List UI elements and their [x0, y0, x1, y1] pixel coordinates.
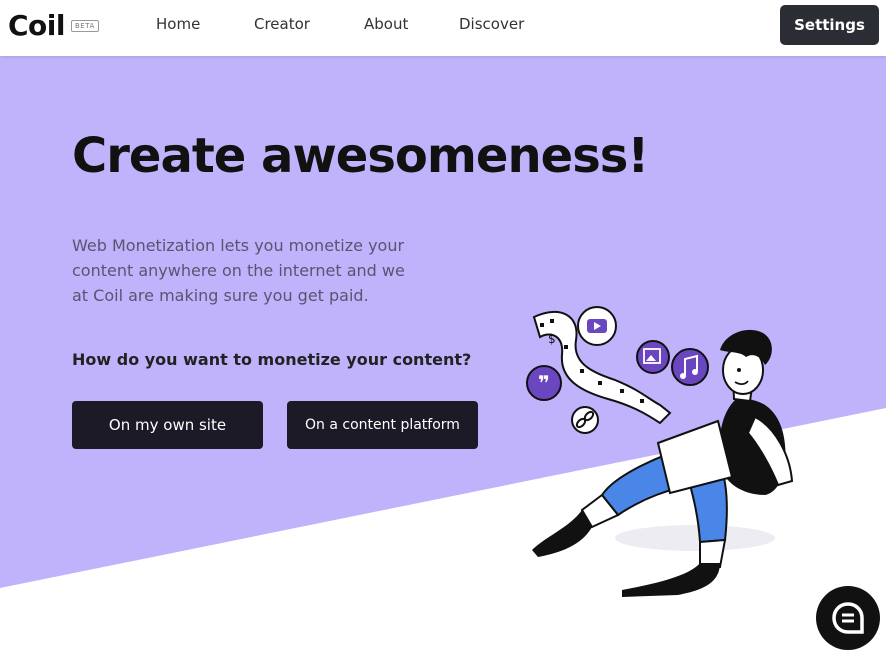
hero-description: Web Monetization lets you monetize your …: [72, 236, 405, 305]
settings-button[interactable]: Settings: [780, 5, 879, 45]
content-platform-button[interactable]: On a content platform: [287, 401, 478, 449]
top-header: Coil BETA Home Creator About Discover Se…: [0, 0, 886, 56]
svg-text:❞: ❞: [538, 371, 550, 395]
chat-button[interactable]: [816, 586, 880, 650]
music-icon: [671, 348, 709, 386]
image-icon: [636, 340, 670, 374]
quote-icon: ❞: [526, 365, 562, 401]
page: Coil BETA Home Creator About Discover Se…: [0, 0, 886, 665]
monetize-question: How do you want to monetize your content…: [72, 350, 472, 369]
person-head: [720, 329, 772, 403]
nav-home[interactable]: Home: [156, 15, 200, 33]
hero-title: Create awesomeness!: [72, 128, 649, 184]
own-site-button[interactable]: On my own site: [72, 401, 263, 449]
beta-badge: BETA: [70, 20, 99, 32]
logo-wordmark: Coil: [8, 8, 65, 42]
nav-creator[interactable]: Creator: [254, 15, 310, 33]
nav-discover[interactable]: Discover: [459, 15, 524, 33]
svg-text:$: $: [548, 332, 556, 346]
youtube-icon: [577, 306, 617, 346]
link-icon: [571, 406, 599, 434]
coil-logo[interactable]: Coil BETA: [8, 8, 99, 42]
creator-illustration: $ ❞: [526, 306, 794, 597]
nav-about[interactable]: About: [364, 15, 408, 33]
chat-icon: [832, 602, 864, 634]
